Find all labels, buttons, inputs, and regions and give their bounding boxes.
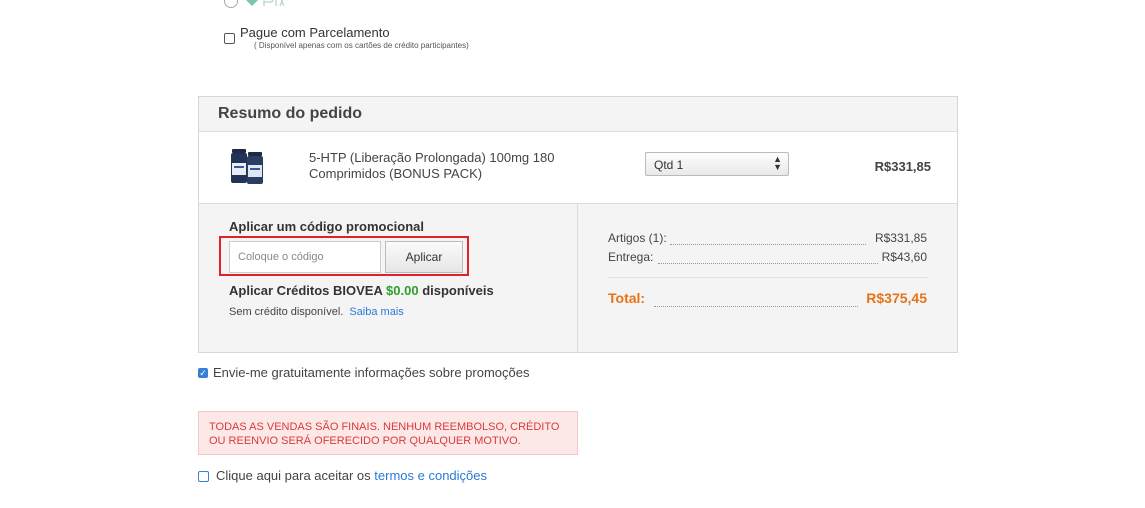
product-bottles-icon <box>231 149 263 184</box>
apply-promo-button[interactable]: Aplicar <box>385 241 463 273</box>
installment-note: ( Disponível apenas com os cartões de cr… <box>254 41 469 50</box>
pix-logo-icon <box>246 0 284 7</box>
warning-text: TODAS AS VENDAS SÃO FINAIS. NENHUM REEMB… <box>209 421 560 447</box>
promo-code-input[interactable] <box>229 241 381 273</box>
learn-more-link[interactable]: Saiba mais <box>349 306 403 318</box>
pix-radio[interactable] <box>224 0 238 8</box>
terms-link[interactable]: termos e condições <box>374 468 487 483</box>
shipping-label: Entrega: <box>608 250 654 264</box>
product-name[interactable]: 5-HTP (Liberação Prolongada) 100mg 180 C… <box>309 150 569 182</box>
newsletter-checkbox[interactable]: ✓ <box>198 368 208 378</box>
total-value: R$375,45 <box>866 290 927 306</box>
promo-title: Aplicar um código promocional <box>229 219 425 234</box>
credits-prefix: Aplicar Créditos BIOVEA <box>229 283 383 298</box>
totals-panel: Artigos (1): R$331,85 Entrega: R$43,60 T… <box>578 203 957 352</box>
installment-label: Pague com Parcelamento <box>240 25 390 40</box>
total-dots <box>654 306 858 307</box>
shipping-value: R$43,60 <box>881 250 927 264</box>
totals-divider <box>608 277 928 278</box>
final-sale-warning: TODAS AS VENDAS SÃO FINAIS. NENHUM REEMB… <box>198 411 578 455</box>
items-value: R$331,85 <box>874 231 927 245</box>
terms-line: Clique aqui para aceitar os termos e con… <box>216 468 487 483</box>
credits-suffix: disponíveis <box>422 283 494 298</box>
quantity-select[interactable]: Qtd 1 ▲ ▼ <box>645 152 789 176</box>
no-credit-line: Sem crédito disponível. Saiba mais <box>229 306 404 318</box>
quantity-value: Qtd 1 <box>654 158 684 172</box>
newsletter-label: Envie-me gratuitamente informações sobre… <box>213 365 530 380</box>
select-arrows-icon: ▲ ▼ <box>773 154 782 172</box>
shipping-dots <box>658 263 878 264</box>
order-summary: Resumo do pedido 5-HTP (Liberação Prolon… <box>198 96 958 353</box>
items-dots <box>670 244 866 245</box>
total-label: Total: <box>608 290 646 306</box>
items-label: Artigos (1): <box>608 231 667 245</box>
promo-panel: Aplicar um código promocional Aplicar Ap… <box>199 203 578 352</box>
credits-line: Aplicar Créditos BIOVEA $0.00 disponívei… <box>229 283 494 298</box>
summary-title: Resumo do pedido <box>218 105 362 122</box>
installment-checkbox[interactable] <box>224 33 235 44</box>
product-price: R$331,85 <box>874 159 931 174</box>
summary-header: Resumo do pedido <box>199 97 957 132</box>
credits-amount: $0.00 <box>386 283 419 298</box>
terms-checkbox[interactable] <box>198 471 209 482</box>
no-credit-text: Sem crédito disponível. <box>229 306 344 318</box>
terms-prefix: Clique aqui para aceitar os <box>216 468 371 483</box>
